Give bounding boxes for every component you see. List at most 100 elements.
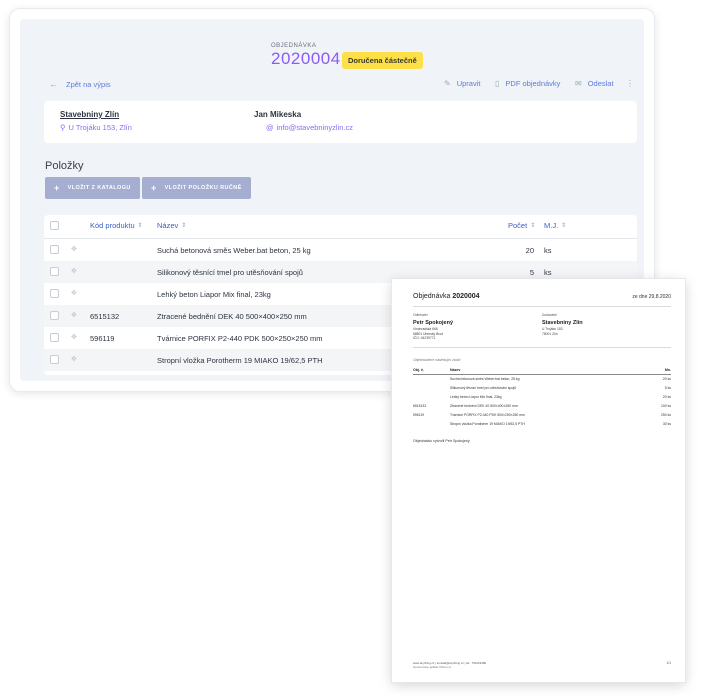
insert-from-catalog-label: VLOŽIT Z KATALOGU — [67, 185, 131, 191]
status-badge: Doručena částečně — [342, 52, 423, 69]
pdf-button[interactable]: ▯ PDF objednávky — [495, 79, 560, 88]
doc-divider — [413, 306, 671, 307]
doc-row-name: Lehký beton Liapor Mix final, 23kg — [450, 395, 502, 399]
contact-email[interactable]: @ info@stavebninyzlin.cz — [266, 123, 353, 132]
doc-created-by: Objednávku vytvořil Petr Spokojený — [413, 439, 470, 443]
column-header-name[interactable]: Název ⇕ — [157, 221, 186, 230]
cell-name: Tvárnice PORFIX P2-440 PDK 500×250×250 m… — [157, 334, 323, 343]
pdf-preview-document: Objednávka 2020004 ze dne 29.8.2020 Odbě… — [392, 279, 685, 682]
doc-row-qty: 100 ks — [661, 404, 671, 408]
row-checkbox[interactable] — [50, 245, 59, 254]
cell-name: Silikonový těsnící tmel pro utěsňování s… — [157, 268, 303, 277]
document-icon: ▯ — [495, 79, 500, 88]
doc-row-name: Tvárnice PORFIX P2-440 PDK 500×250×250 m… — [450, 413, 525, 417]
row-checkbox[interactable] — [50, 333, 59, 342]
column-header-code[interactable]: Kód produktu ⇕ — [90, 221, 143, 230]
doc-row-qty: 20 ks — [662, 395, 671, 399]
arrow-left-icon: ← — [49, 79, 58, 89]
column-header-qty-label: Počet — [508, 221, 528, 230]
drag-handle-icon[interactable]: ✥ — [71, 267, 77, 275]
items-section-title: Položky — [45, 160, 84, 172]
doc-title-number: 2020004 — [452, 293, 480, 300]
cell-name: Lehký beton Liapor Mix final, 23kg — [157, 290, 271, 299]
row-checkbox[interactable] — [50, 289, 59, 298]
back-link[interactable]: ← Zpět na výpis — [49, 79, 111, 89]
row-checkbox[interactable] — [50, 311, 59, 320]
select-all-checkbox[interactable] — [50, 221, 59, 230]
doc-row-code: 596119 — [413, 413, 425, 417]
supplier-card: Stavebniny Zlín ⚲ U Trojáku 153, Zlín Ja… — [44, 101, 637, 143]
doc-note: Objednáváme následující zboží: — [413, 358, 462, 362]
kebab-menu-icon: ⋮ — [626, 79, 634, 88]
cell-qty: 20 — [525, 246, 534, 255]
sort-icon: ⇕ — [561, 223, 567, 229]
drag-handle-icon[interactable]: ✥ — [71, 355, 77, 363]
doc-date: ze dne 29.8.2020 — [632, 294, 671, 300]
doc-header-qty: Mn. — [664, 368, 671, 372]
insert-from-catalog-button[interactable]: + VLOŽIT Z KATALOGU — [45, 177, 140, 199]
sort-icon: ⇕ — [181, 223, 187, 229]
doc-page-number: 1/1 — [666, 661, 671, 665]
column-header-unit-label: M.J. — [544, 221, 559, 230]
doc-row-name: Suchá betonová směs Weber.bat beton, 25 … — [450, 377, 520, 381]
contact-email-text: info@stavebninyzlin.cz — [276, 123, 354, 132]
doc-header-code: Obj. č. — [413, 368, 424, 372]
more-menu-button[interactable]: ⋮ — [626, 79, 634, 88]
doc-row-qty: 30 ks — [662, 422, 671, 426]
doc-buyer-label: Odběratel — [413, 313, 428, 317]
cell-unit: ks — [544, 246, 552, 255]
cell-name: Ztracené bednění DEK 40 500×400×250 mm — [157, 312, 307, 321]
doc-divider — [413, 347, 671, 348]
edit-button[interactable]: ✎ Upravit — [444, 79, 480, 88]
send-button[interactable]: ✉ Odeslat — [575, 79, 614, 88]
cell-code: 596119 — [90, 334, 115, 343]
sort-icon: ⇕ — [137, 223, 143, 229]
doc-row-qty: 20 ks — [662, 377, 671, 381]
column-header-code-label: Kód produktu — [90, 221, 135, 230]
column-header-name-label: Název — [157, 221, 179, 230]
supplier-address-text: U Trojáku 153, Zlín — [68, 123, 132, 132]
column-header-unit[interactable]: M.J. ⇕ — [544, 221, 566, 230]
doc-buyer-name: Petr Spokojený — [413, 320, 454, 326]
doc-title: Objednávka 2020004 — [413, 293, 480, 300]
cell-name: Suchá betonová směs Weber.bat beton, 25 … — [157, 246, 311, 255]
cell-qty: 5 — [529, 268, 534, 277]
insert-manual-item-button[interactable]: + VLOŽIT POLOŽKU RUČNĚ — [142, 177, 251, 199]
cell-name: Stropní vložka Porotherm 19 MIAKO 19/62,… — [157, 356, 323, 365]
drag-handle-icon[interactable]: ✥ — [71, 245, 77, 253]
cell-code: 6515132 — [90, 312, 120, 321]
sort-icon: ⇕ — [530, 223, 536, 229]
doc-supplier-name: Stavebniny Zlín — [542, 320, 583, 326]
drag-handle-icon[interactable]: ✥ — [71, 289, 77, 297]
edit-button-label: Upravit — [456, 79, 481, 88]
doc-row-name: Ztracené bednění DEK 40 500×400×250 mm — [450, 404, 518, 408]
supplier-name[interactable]: Stavebniny Zlín — [60, 110, 119, 119]
supplier-address: ⚲ U Trojáku 153, Zlín — [60, 123, 132, 132]
table-row[interactable]: ✥ Suchá betonová směs Weber.bat beton, 2… — [44, 239, 637, 261]
plus-icon: + — [54, 183, 60, 193]
contact-name: Jan Mikeska — [254, 110, 302, 119]
doc-header-name: Název — [450, 368, 461, 372]
row-checkbox[interactable] — [50, 267, 59, 276]
row-checkbox[interactable] — [50, 355, 59, 364]
plus-icon: + — [151, 183, 157, 193]
doc-buyer-address: Vinohradská 666 68801 Uherský Brod IČO: … — [413, 327, 444, 341]
map-pin-icon: ⚲ — [60, 123, 66, 132]
pdf-button-label: PDF objednávky — [505, 79, 561, 88]
doc-row-code: 6515132 — [413, 404, 427, 408]
doc-row-name: Stropní vložka Porotherm 19 MIAKO 19/62,… — [450, 422, 525, 426]
column-header-qty[interactable]: Počet ⇕ — [508, 221, 535, 230]
doc-row-qty: 5 ks — [664, 386, 671, 390]
pencil-icon: ✎ — [444, 79, 451, 88]
toolbar: ← Zpět na výpis ✎ Upravit ▯ PDF objednáv… — [20, 79, 644, 91]
drag-handle-icon[interactable]: ✥ — [71, 333, 77, 341]
doc-table-divider — [413, 374, 671, 375]
doc-footer-generated: Generováno aplikací Plevo.cz — [413, 665, 452, 669]
doc-supplier-label: Dodavatel — [542, 313, 557, 317]
back-link-label: Zpět na výpis — [66, 79, 111, 89]
doc-supplier-address: U Trojáku 153 76001 Zlín — [542, 327, 563, 336]
order-number: 2020004 — [271, 49, 341, 68]
at-icon: @ — [266, 123, 274, 132]
drag-handle-icon[interactable]: ✥ — [71, 311, 77, 319]
envelope-icon: ✉ — [575, 79, 582, 88]
